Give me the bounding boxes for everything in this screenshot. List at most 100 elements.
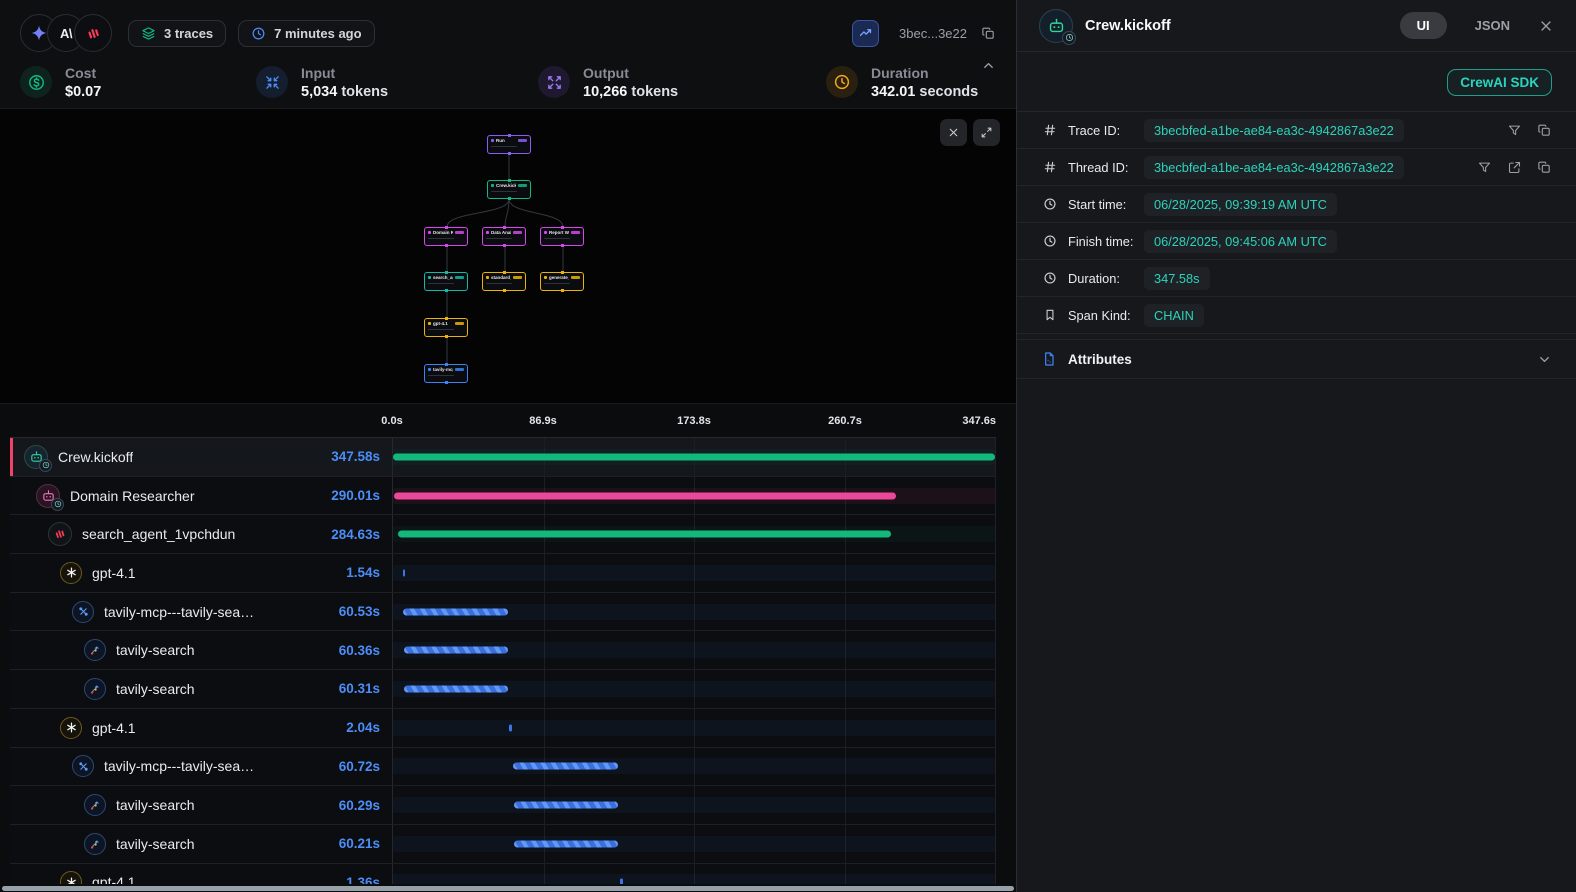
hash-icon <box>1041 123 1058 137</box>
filter-icon[interactable] <box>1477 160 1492 175</box>
provider-avatars[interactable]: A\ <box>20 14 112 52</box>
route-icon <box>84 833 106 855</box>
trace-topbar: A\ 3 traces 7 minutes ago 3bec...3e22 <box>0 0 1016 52</box>
span-row-tavily-mcp[interactable]: tavily-mcp---tavily-sea…60.53s <box>10 593 995 632</box>
span-name: tavily-mcp---tavily-sea… <box>104 604 254 620</box>
span-row-gpt41[interactable]: gpt-4.11.36s <box>10 864 995 884</box>
span-row-tavily-search[interactable]: tavily-search 60.29s <box>10 786 995 825</box>
span-duration: 1.36s <box>336 875 380 884</box>
close-panel-icon[interactable] <box>1538 18 1554 34</box>
span-bar <box>403 608 508 615</box>
document-icon <box>1041 351 1057 367</box>
crew-icon <box>1039 9 1073 43</box>
span-name: gpt-4.1 <box>92 565 136 581</box>
copy-trace-id-icon[interactable] <box>981 26 996 41</box>
span-duration: 60.21s <box>329 836 380 851</box>
openai-icon <box>60 871 82 884</box>
graph-node-gpt-41[interactable]: gpt-4.1 <box>424 318 468 337</box>
field-label: Finish time: <box>1068 234 1144 249</box>
field-label: Span Kind: <box>1068 308 1144 323</box>
graph-node-search-agent[interactable]: search_agen... <box>424 272 468 291</box>
axis-tick: 260.7s <box>828 415 862 427</box>
span-name: search_agent_1vpchdun <box>82 526 235 542</box>
span-row-domain-researcher[interactable]: Domain Researcher290.01s <box>10 477 995 516</box>
expand-graph-button[interactable] <box>973 119 1000 146</box>
span-bar <box>513 763 618 770</box>
span-name: tavily-mcp---tavily-sea… <box>104 758 254 774</box>
arrows-out-icon <box>538 66 570 98</box>
span-name: Crew.kickoff <box>58 449 133 465</box>
trace-chart-button[interactable] <box>852 20 879 47</box>
scrollbar-thumb[interactable] <box>2 886 1014 891</box>
span-bar <box>514 802 618 809</box>
stat-value: $0.07 <box>65 84 101 100</box>
span-row-tavily-search[interactable]: tavily-search 60.36s <box>10 631 995 670</box>
stat-label: Cost <box>65 65 101 81</box>
stat-label: Duration <box>871 65 978 81</box>
last-updated-badge[interactable]: 7 minutes ago <box>238 20 374 47</box>
span-row-tavily-mcp[interactable]: tavily-mcp---tavily-sea…60.72s <box>10 748 995 787</box>
detail-panel-title: Crew.kickoff <box>1085 18 1171 34</box>
graph-node-tavily-mcp[interactable]: tavily-mcp... <box>424 364 468 383</box>
stat-duration: Duration342.01 seconds <box>826 65 996 100</box>
span-name: tavily-search <box>116 797 195 813</box>
span-duration: 60.36s <box>329 643 380 658</box>
external-link-icon[interactable] <box>1507 160 1522 175</box>
span-name: tavily-search <box>116 642 195 658</box>
detail-row-thread-id: Thread ID: 3becbfed-a1be-ae84-ea3c-49428… <box>1017 149 1576 186</box>
span-bar <box>398 531 891 538</box>
crew-icon <box>24 445 48 469</box>
tab-json[interactable]: JSON <box>1475 18 1510 33</box>
span-row-search-agent[interactable]: search_agent_1vpchdun 284.63s <box>10 515 995 554</box>
route-icon <box>84 794 106 816</box>
horizontal-scrollbar[interactable] <box>0 884 1016 892</box>
graph-node-run[interactable]: Run <box>487 135 531 154</box>
span-row-tavily-search[interactable]: tavily-search60.31s <box>10 670 995 709</box>
tab-ui[interactable]: UI <box>1400 12 1447 39</box>
axis-tick: 86.9s <box>529 415 557 427</box>
trace-id-value[interactable]: 3becbfed-a1be-ae84-ea3c-4942867a3e22 <box>1144 119 1404 142</box>
tools-icon <box>72 755 94 777</box>
span-bar <box>403 569 406 576</box>
span-row-crew-kickoff[interactable]: Crew.kickoff347.58s <box>10 438 995 477</box>
span-bar <box>404 647 509 654</box>
chevron-down-icon[interactable] <box>1537 352 1552 367</box>
thread-id-value[interactable]: 3becbfed-a1be-ae84-ea3c-4942867a3e22 <box>1144 156 1404 179</box>
graph-node-data-analyst[interactable]: Data Analyst <box>482 227 526 246</box>
collapse-stats-chevron-icon[interactable] <box>981 58 996 78</box>
axis-tick: 0.0s <box>381 415 402 427</box>
close-graph-button[interactable] <box>940 119 967 146</box>
duration-value: 347.58s <box>1144 267 1210 290</box>
last-updated-label: 7 minutes ago <box>274 26 361 41</box>
field-label: Duration: <box>1068 271 1144 286</box>
graph-node-domain-researcher[interactable]: Domain Researcher <box>424 227 468 246</box>
span-row-tavily-search[interactable]: tavily-search60.21s <box>10 825 995 864</box>
sdk-badge-row: CrewAI SDK <box>1017 52 1576 112</box>
graph-node-generate-task[interactable]: generate_... <box>540 272 584 291</box>
route-icon <box>84 678 106 700</box>
span-duration: 2.04s <box>336 720 380 735</box>
span-duration: 60.29s <box>329 798 380 813</box>
copy-icon[interactable] <box>1537 160 1552 175</box>
copy-icon[interactable] <box>1537 123 1552 138</box>
clock-icon <box>826 66 858 98</box>
span-row-gpt41[interactable]: gpt-4.12.04s <box>10 709 995 748</box>
graph-node-standard-task[interactable]: standard_... <box>482 272 526 291</box>
layers-icon <box>141 26 156 41</box>
span-bar <box>620 879 623 884</box>
span-detail-panel: Crew.kickoff UI JSON CrewAI SDK Trace ID… <box>1016 0 1576 892</box>
span-row-gpt41[interactable]: gpt-4.1 1.54s <box>10 554 995 593</box>
span-name: Domain Researcher <box>70 488 195 504</box>
traces-count-badge[interactable]: 3 traces <box>128 20 226 47</box>
filter-icon[interactable] <box>1507 123 1522 138</box>
graph-node-crew-kickoff[interactable]: Crew.kickoff <box>487 180 531 199</box>
detail-row-span-kind: Span Kind: CHAIN <box>1017 297 1576 334</box>
span-duration: 284.63s <box>321 527 380 542</box>
tools-icon <box>72 601 94 623</box>
span-duration: 1.54s <box>336 565 380 580</box>
timeline-axis: 0.0s 86.9s 173.8s 260.7s 347.6s <box>10 404 996 437</box>
graph-node-report-writer[interactable]: Report Writer <box>540 227 584 246</box>
attributes-section-toggle[interactable]: Attributes <box>1017 339 1576 379</box>
openai-icon <box>60 717 82 739</box>
traces-count-label: 3 traces <box>164 26 213 41</box>
